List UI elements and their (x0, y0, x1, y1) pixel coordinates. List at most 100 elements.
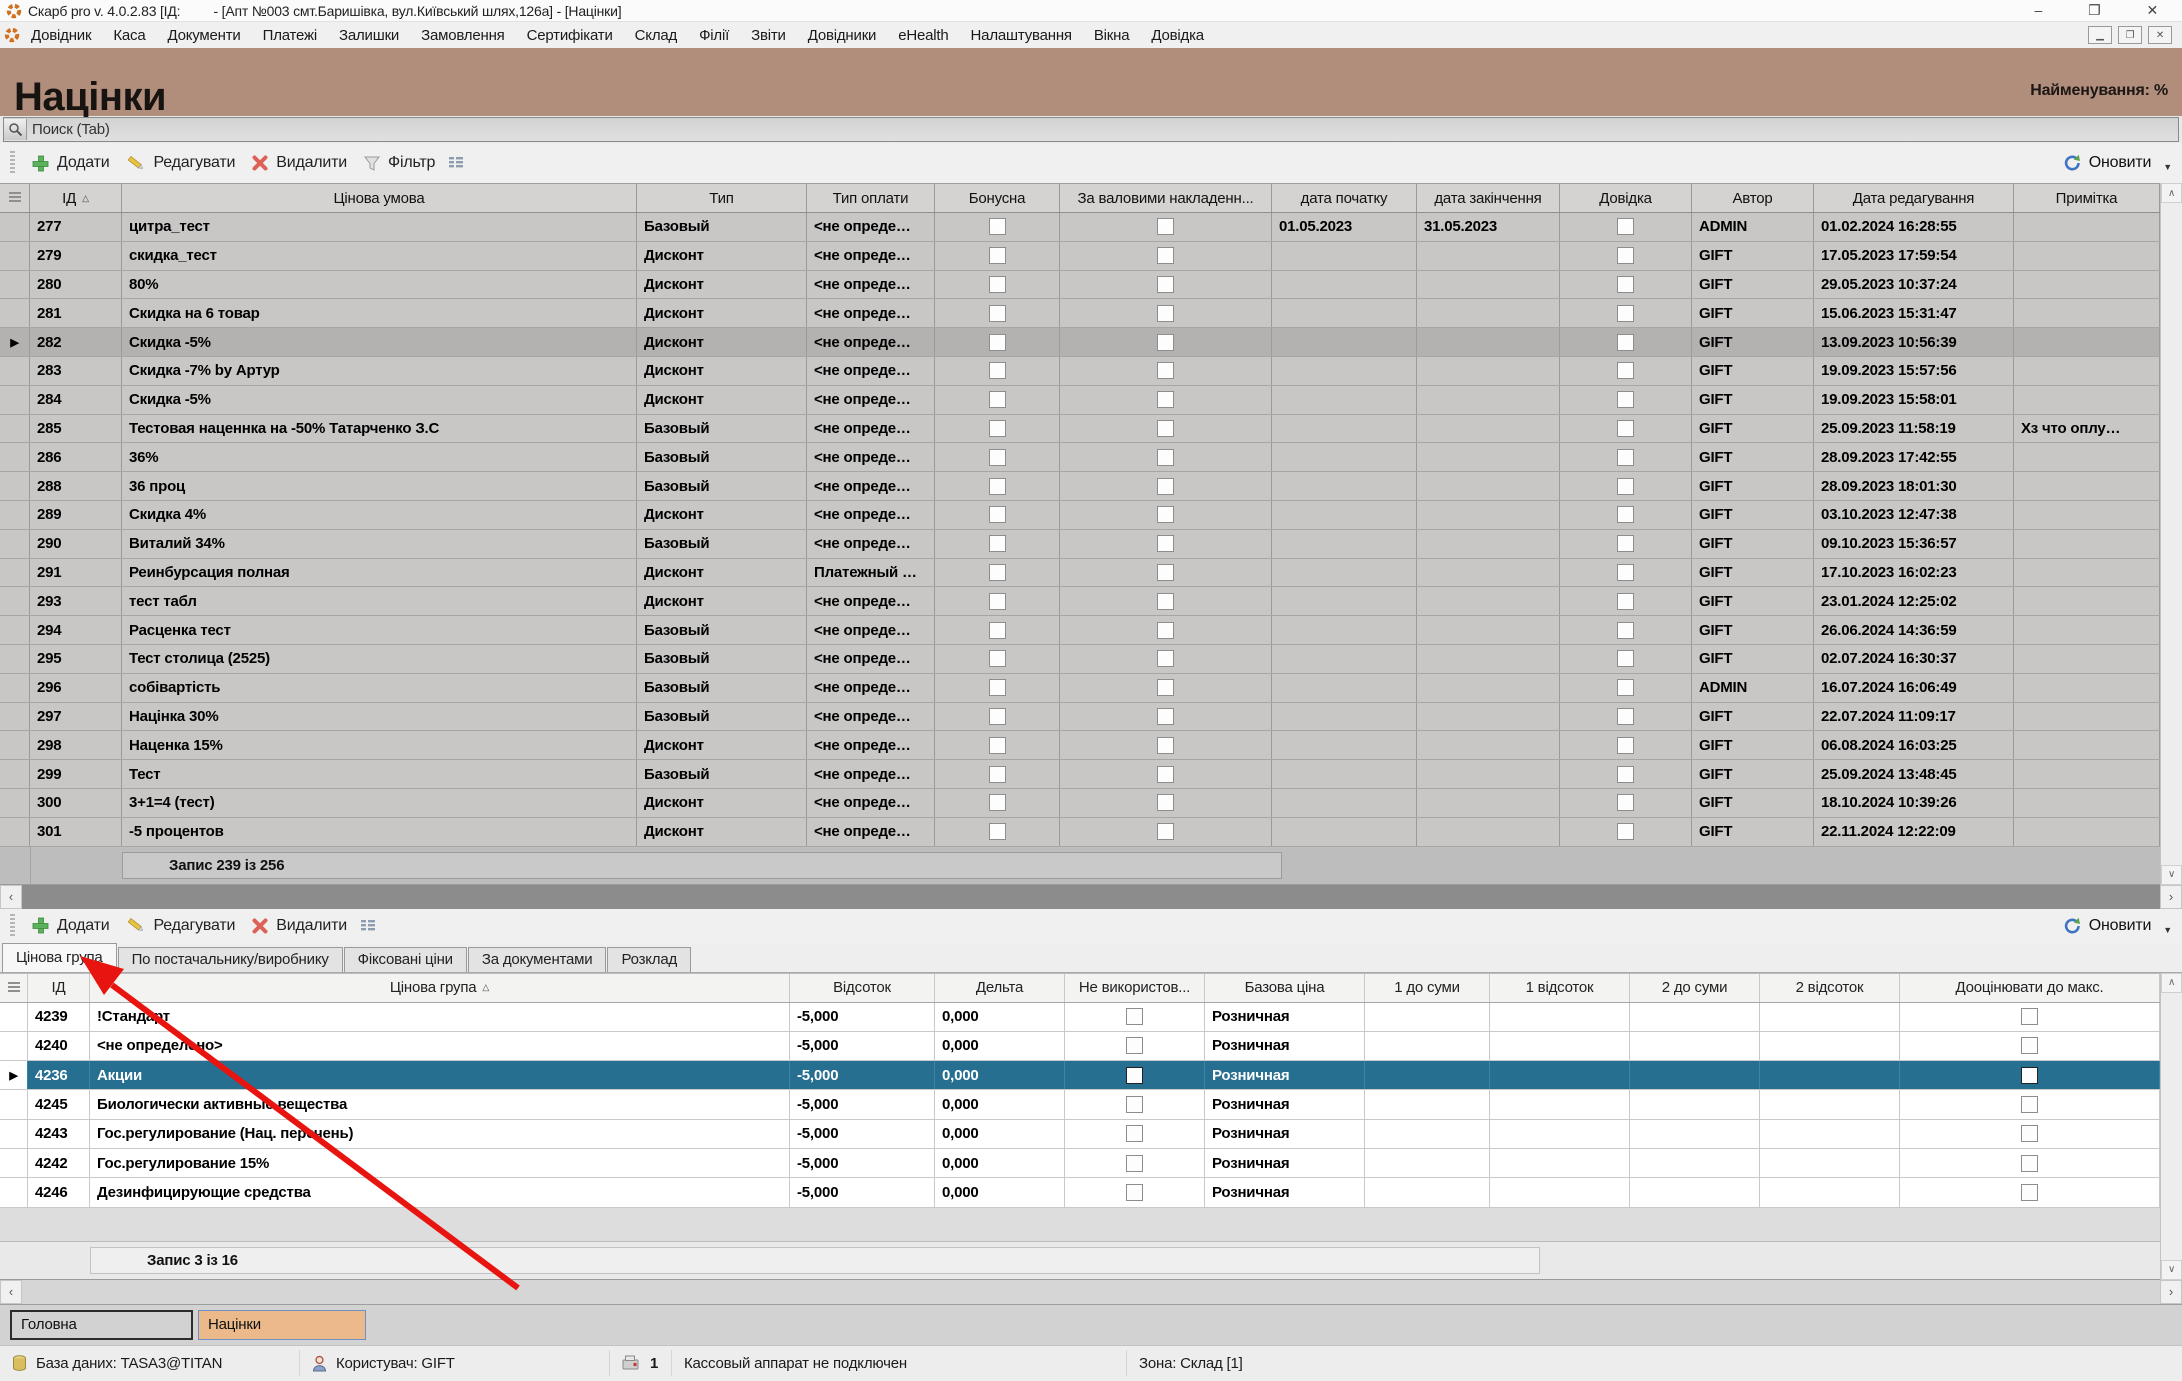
checkbox[interactable] (1617, 334, 1634, 351)
checkbox[interactable] (2021, 1067, 2038, 1084)
delete-button-bottom[interactable]: Видалити (247, 915, 351, 937)
menu-item-ehealth[interactable]: eHealth (887, 25, 959, 46)
column-header[interactable]: 2 відсоток (1760, 974, 1900, 1002)
checkbox[interactable] (1617, 420, 1634, 437)
checkbox[interactable] (1157, 622, 1174, 639)
checkbox[interactable] (989, 679, 1006, 696)
window-tab-головна[interactable]: Головна (10, 1310, 193, 1340)
table-row[interactable]: 301-5 процентовДисконт<не опреде…GIFT22.… (0, 818, 2160, 847)
checkbox[interactable] (1617, 449, 1634, 466)
checkbox[interactable] (1157, 564, 1174, 581)
column-header[interactable]: Дооцінювати до макс. (1900, 974, 2160, 1002)
checkbox[interactable] (1617, 478, 1634, 495)
window-tab-націнки[interactable]: Націнки (198, 1310, 366, 1340)
checkbox[interactable] (1617, 679, 1634, 696)
delete-button[interactable]: Видалити (247, 152, 351, 174)
scroll-left-icon[interactable]: ‹ (0, 885, 22, 909)
column-header[interactable]: Тип (637, 184, 807, 212)
column-header[interactable]: дата закінчення (1417, 184, 1560, 212)
vertical-scrollbar[interactable]: ∧ ∨ (2160, 973, 2182, 1280)
tab-2[interactable]: По постачальнику/виробнику (118, 947, 343, 972)
restore-button[interactable]: ❐ (2088, 2, 2100, 19)
checkbox[interactable] (1157, 766, 1174, 783)
add-button-bottom[interactable]: Додати (27, 914, 114, 937)
refresh-button-bottom[interactable]: Оновити ▼ (2063, 917, 2172, 935)
checkbox[interactable] (1157, 823, 1174, 840)
table-row[interactable]: 3003+1=4 (тест)Дисконт<не опреде…GIFT18.… (0, 789, 2160, 818)
scroll-up-icon[interactable]: ∧ (2161, 183, 2182, 203)
checkbox[interactable] (1126, 1008, 1143, 1025)
checkbox[interactable] (1617, 535, 1634, 552)
menu-item-каса[interactable]: Каса (102, 25, 156, 46)
column-header[interactable]: 1 відсоток (1490, 974, 1630, 1002)
mdi-restore-button[interactable]: ❐ (2118, 26, 2142, 44)
checkbox[interactable] (1617, 737, 1634, 754)
menu-item-платежі[interactable]: Платежі (252, 25, 328, 46)
checkbox[interactable] (1157, 362, 1174, 379)
minimize-button[interactable]: – (2035, 2, 2043, 19)
checkbox[interactable] (2021, 1184, 2038, 1201)
table-row[interactable]: 295Тест столица (2525)Базовый<не опреде…… (0, 645, 2160, 674)
table-row[interactable]: 283Скидка -7% by АртурДисконт<не опреде…… (0, 357, 2160, 386)
column-header[interactable]: Примітка (2014, 184, 2160, 212)
chevron-down-icon[interactable]: ▼ (2163, 162, 2172, 172)
checkbox[interactable] (1126, 1125, 1143, 1142)
checkbox[interactable] (1126, 1067, 1143, 1084)
checkbox[interactable] (989, 362, 1006, 379)
checkbox[interactable] (1157, 794, 1174, 811)
column-header[interactable]: 1 до суми (1365, 974, 1490, 1002)
table-row[interactable]: 4242Гос.регулирование 15%-5,0000,000Розн… (0, 1149, 2160, 1178)
checkbox[interactable] (1617, 247, 1634, 264)
checkbox[interactable] (1157, 247, 1174, 264)
vertical-scrollbar[interactable]: ∧ ∨ (2160, 183, 2182, 885)
tab-1[interactable]: Цінова група (2, 943, 117, 972)
checkbox[interactable] (989, 218, 1006, 235)
checkbox[interactable] (989, 650, 1006, 667)
checkbox[interactable] (1157, 391, 1174, 408)
checkbox[interactable] (989, 564, 1006, 581)
scroll-right-icon[interactable]: › (2160, 1280, 2182, 1304)
checkbox[interactable] (1617, 362, 1634, 379)
horizontal-scrollbar[interactable]: ‹ › (0, 885, 2182, 909)
table-row[interactable]: ▶282Скидка -5%Дисконт<не опреде…GIFT13.0… (0, 328, 2160, 357)
checkbox[interactable] (989, 708, 1006, 725)
checkbox[interactable] (1617, 823, 1634, 840)
table-row[interactable]: 28836 процБазовый<не опреде…GIFT28.09.20… (0, 472, 2160, 501)
table-row[interactable]: 296собівартістьБазовый<не опреде…ADMIN16… (0, 674, 2160, 703)
checkbox[interactable] (1617, 305, 1634, 322)
checkbox[interactable] (1157, 650, 1174, 667)
checkbox[interactable] (989, 593, 1006, 610)
table-row[interactable]: 297Націнка 30%Базовый<не опреде…GIFT22.0… (0, 703, 2160, 732)
checkbox[interactable] (1157, 737, 1174, 754)
column-header[interactable]: Бонусна (935, 184, 1060, 212)
table-row[interactable]: 293тест таблДисконт<не опреде…GIFT23.01.… (0, 587, 2160, 616)
checkbox[interactable] (1157, 593, 1174, 610)
columns-icon[interactable] (359, 918, 377, 934)
checkbox[interactable] (989, 506, 1006, 523)
checkbox[interactable] (1157, 334, 1174, 351)
table-row[interactable]: 284Скидка -5%Дисконт<не опреде…GIFT19.09… (0, 386, 2160, 415)
column-header[interactable]: Відсоток (790, 974, 935, 1002)
checkbox[interactable] (1157, 506, 1174, 523)
checkbox[interactable] (1617, 708, 1634, 725)
checkbox[interactable] (1617, 650, 1634, 667)
table-row[interactable]: 28080%Дисконт<не опреде…GIFT29.05.2023 1… (0, 271, 2160, 300)
table-row[interactable]: 299ТестБазовый<не опреде…GIFT25.09.2024 … (0, 760, 2160, 789)
tab-4[interactable]: За документами (468, 947, 607, 972)
checkbox[interactable] (1157, 218, 1174, 235)
checkbox[interactable] (1617, 766, 1634, 783)
checkbox[interactable] (1126, 1037, 1143, 1054)
table-row[interactable]: 285Тестовая наценнка на -50% Татарченко … (0, 415, 2160, 444)
checkbox[interactable] (2021, 1096, 2038, 1113)
column-header[interactable]: ІД (28, 974, 90, 1002)
scroll-up-icon[interactable]: ∧ (2161, 973, 2182, 993)
checkbox[interactable] (1126, 1184, 1143, 1201)
table-row[interactable]: 4239!Стандарт-5,0000,000Розничная (0, 1003, 2160, 1032)
menu-item-залишки[interactable]: Залишки (328, 25, 410, 46)
close-button[interactable]: ✕ (2146, 2, 2158, 19)
checkbox[interactable] (1617, 622, 1634, 639)
checkbox[interactable] (2021, 1125, 2038, 1142)
table-row[interactable]: 28636%Базовый<не опреде…GIFT28.09.2023 1… (0, 443, 2160, 472)
scroll-down-icon[interactable]: ∨ (2161, 1260, 2182, 1280)
checkbox[interactable] (989, 449, 1006, 466)
